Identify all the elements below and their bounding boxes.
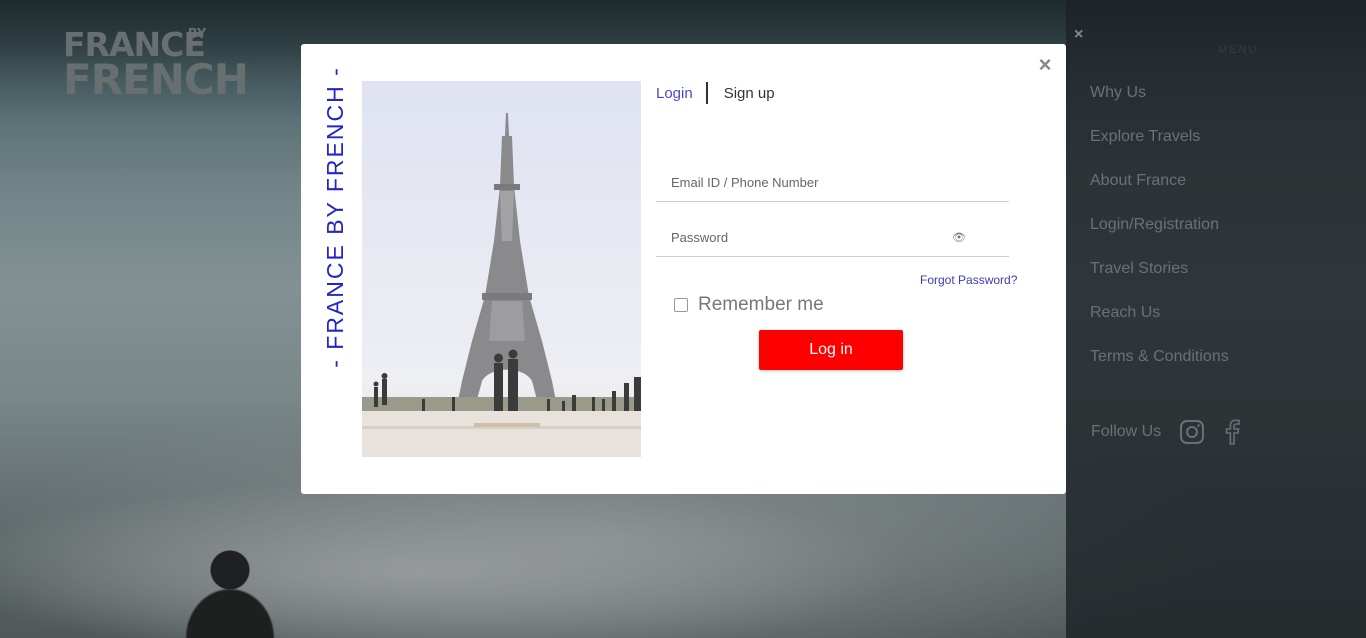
password-field-wrapper: 👁 (656, 219, 1009, 257)
remember-me-label[interactable]: Remember me (698, 294, 824, 316)
remember-me-checkbox[interactable] (674, 298, 688, 312)
forgot-password-link[interactable]: Forgot Password? (920, 273, 1017, 287)
login-button[interactable]: Log in (759, 330, 903, 370)
remember-me[interactable]: Remember me (674, 294, 824, 316)
tab-login[interactable]: Login (656, 85, 693, 102)
login-modal: × - FRANCE BY FRENCH - Login Sign up Ema… (301, 44, 1066, 494)
tab-divider (705, 82, 708, 104)
vertical-brand-text: - FRANCE BY FRENCH - (322, 66, 348, 368)
auth-tabs: Login Sign up (656, 82, 775, 104)
eiffel-tower-photo (362, 81, 641, 457)
email-field-wrapper (656, 164, 1009, 202)
eye-icon[interactable]: 👁 (952, 231, 966, 244)
tab-signup[interactable]: Sign up (724, 85, 775, 102)
email-input[interactable] (671, 172, 951, 192)
modal-close-icon[interactable]: × (1036, 54, 1054, 76)
password-input[interactable] (671, 227, 951, 247)
